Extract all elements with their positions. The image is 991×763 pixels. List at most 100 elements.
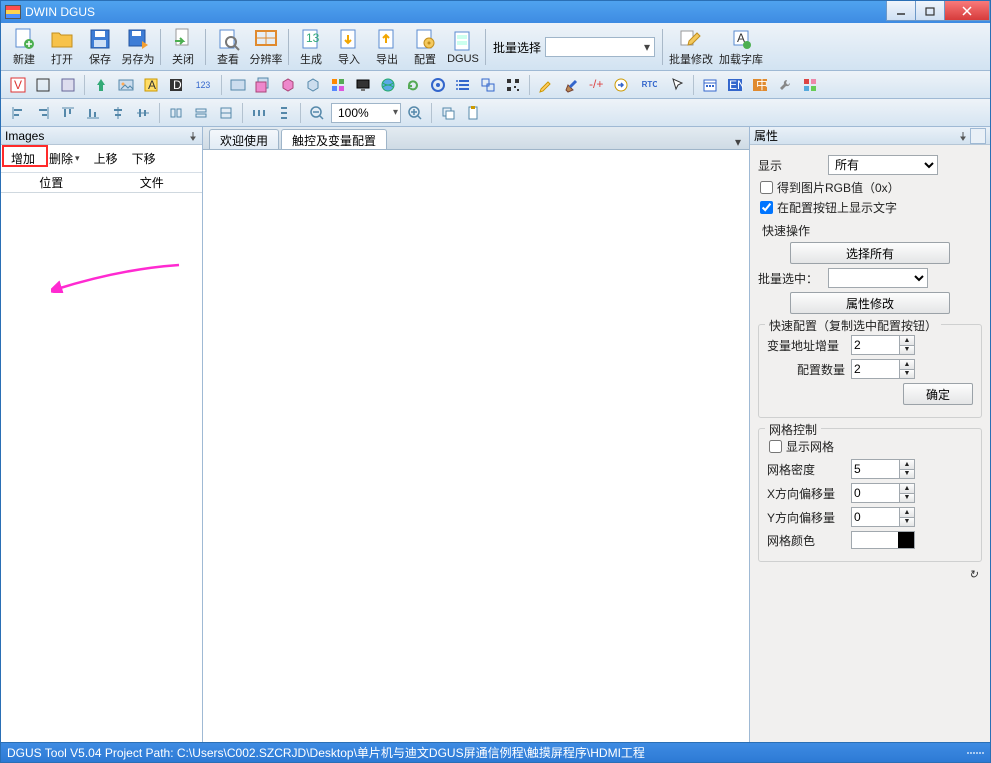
load-font-button[interactable]: A加载字库 xyxy=(716,25,766,69)
align-bottom-icon[interactable] xyxy=(82,102,104,124)
close-window-button[interactable] xyxy=(944,1,990,21)
display-select[interactable]: 所有 xyxy=(828,155,938,175)
tool-globe-icon[interactable] xyxy=(377,74,399,96)
distribute-v-icon[interactable] xyxy=(273,102,295,124)
new-button[interactable]: 新建 xyxy=(5,25,43,69)
ok-button[interactable]: 确定 xyxy=(903,383,973,405)
tool-refresh-icon[interactable] xyxy=(402,74,424,96)
gridcolor-picker[interactable] xyxy=(851,531,915,549)
xoffset-spinner[interactable]: ▲▼ xyxy=(851,483,915,503)
images-list[interactable] xyxy=(1,193,202,742)
copy-icon[interactable] xyxy=(437,102,459,124)
tool-square-icon[interactable] xyxy=(32,74,54,96)
edit-props-button[interactable]: 属性修改 xyxy=(790,292,950,314)
zoom-out-icon[interactable] xyxy=(306,102,328,124)
refresh-icon[interactable]: ↻ xyxy=(969,568,978,581)
rgb-checkbox[interactable] xyxy=(760,181,773,194)
distribute-h-icon[interactable] xyxy=(248,102,270,124)
tool-edit-icon[interactable] xyxy=(535,74,557,96)
batch-edit-button[interactable]: 批量修改 xyxy=(666,25,716,69)
tool-list-icon[interactable] xyxy=(452,74,474,96)
resize-grip-icon[interactable] xyxy=(967,752,984,754)
same-size-icon[interactable] xyxy=(215,102,237,124)
close-doc-button[interactable]: 关闭 xyxy=(164,25,202,69)
images-add-button[interactable]: 增加 xyxy=(5,148,41,169)
paste-icon[interactable] xyxy=(462,102,484,124)
resolution-button[interactable]: 分辨率 xyxy=(247,25,285,69)
panel-menu-icon[interactable] xyxy=(970,128,986,144)
tool-cube-icon[interactable] xyxy=(277,74,299,96)
spin-down-icon[interactable]: ▼ xyxy=(899,369,915,380)
minimize-button[interactable] xyxy=(886,1,916,21)
tab-welcome[interactable]: 欢迎使用 xyxy=(209,129,279,149)
spin-up-icon[interactable]: ▲ xyxy=(899,507,915,517)
tool-images-icon[interactable] xyxy=(252,74,274,96)
align-center-h-icon[interactable] xyxy=(107,102,129,124)
tool-rtc-icon[interactable]: RTC xyxy=(635,74,663,96)
spin-up-icon[interactable]: ▲ xyxy=(899,359,915,369)
tool-blocks-icon[interactable] xyxy=(327,74,349,96)
align-center-v-icon[interactable] xyxy=(132,102,154,124)
export-button[interactable]: 导出 xyxy=(368,25,406,69)
batchsel-select[interactable] xyxy=(828,268,928,288)
pin-icon[interactable] xyxy=(958,131,968,141)
griddensity-spinner[interactable]: ▲▼ xyxy=(851,459,915,479)
import-button[interactable]: 导入 xyxy=(330,25,368,69)
tool-brush-icon[interactable] xyxy=(560,74,582,96)
batch-select-dropdown[interactable]: ▾ xyxy=(545,37,655,57)
images-movedown-button[interactable]: 下移 xyxy=(126,148,162,169)
view-button[interactable]: 查看 xyxy=(209,25,247,69)
align-top-icon[interactable] xyxy=(57,102,79,124)
tool-arrow-right-icon[interactable] xyxy=(610,74,632,96)
showgrid-checkbox[interactable] xyxy=(769,440,782,453)
tool-square2-icon[interactable] xyxy=(57,74,79,96)
maximize-button[interactable] xyxy=(915,1,945,21)
showtext-checkbox[interactable] xyxy=(760,201,773,214)
images-delete-button[interactable]: 删除 xyxy=(43,148,86,169)
tool-d-icon[interactable]: D xyxy=(165,74,187,96)
generate-button[interactable]: 13生成 xyxy=(292,25,330,69)
align-right-icon[interactable] xyxy=(32,102,54,124)
tool-123-icon[interactable]: 123 xyxy=(190,74,216,96)
tool-cn-icon[interactable]: 中 xyxy=(749,74,771,96)
tool-image2-icon[interactable] xyxy=(227,74,249,96)
tool-calendar-icon[interactable] xyxy=(699,74,721,96)
tool-a-icon[interactable]: A xyxy=(140,74,162,96)
zoom-combo[interactable]: 100%▾ xyxy=(331,103,401,123)
spin-down-icon[interactable]: ▼ xyxy=(899,469,915,480)
tool-wrench-icon[interactable] xyxy=(774,74,796,96)
spin-up-icon[interactable]: ▲ xyxy=(899,459,915,469)
spin-down-icon[interactable]: ▼ xyxy=(899,345,915,356)
cfgcount-spinner[interactable]: ▲▼ xyxy=(851,359,915,379)
tab-dropdown-icon[interactable]: ▾ xyxy=(727,135,749,149)
spin-down-icon[interactable]: ▼ xyxy=(899,517,915,528)
tab-touchcfg[interactable]: 触控及变量配置 xyxy=(281,129,387,149)
align-left-icon[interactable] xyxy=(7,102,29,124)
saveas-button[interactable]: 另存为 xyxy=(119,25,157,69)
tool-resize-icon[interactable] xyxy=(477,74,499,96)
spin-up-icon[interactable]: ▲ xyxy=(899,483,915,493)
tool-monitor-icon[interactable] xyxy=(352,74,374,96)
tool-image-icon[interactable] xyxy=(115,74,137,96)
tool-nav-icon[interactable] xyxy=(90,74,112,96)
tool-grid-icon[interactable] xyxy=(799,74,821,96)
yoffset-spinner[interactable]: ▲▼ xyxy=(851,507,915,527)
tool-target-icon[interactable] xyxy=(427,74,449,96)
config-button[interactable]: 配置 xyxy=(406,25,444,69)
varaddr-spinner[interactable]: ▲▼ xyxy=(851,335,915,355)
select-all-button[interactable]: 选择所有 xyxy=(790,242,950,264)
tool-cursor-icon[interactable] xyxy=(666,74,688,96)
canvas[interactable] xyxy=(203,149,749,742)
open-button[interactable]: 打开 xyxy=(43,25,81,69)
same-width-icon[interactable] xyxy=(165,102,187,124)
tool-v-icon[interactable]: V xyxy=(7,74,29,96)
tool-en-icon[interactable]: EN xyxy=(724,74,746,96)
pin-icon[interactable] xyxy=(188,131,198,141)
tool-qr-icon[interactable] xyxy=(502,74,524,96)
images-moveup-button[interactable]: 上移 xyxy=(88,148,124,169)
same-height-icon[interactable] xyxy=(190,102,212,124)
save-button[interactable]: 保存 xyxy=(81,25,119,69)
tool-plusminus-icon[interactable]: -/+ xyxy=(585,74,607,96)
zoom-in-icon[interactable] xyxy=(404,102,426,124)
tool-cube2-icon[interactable] xyxy=(302,74,324,96)
